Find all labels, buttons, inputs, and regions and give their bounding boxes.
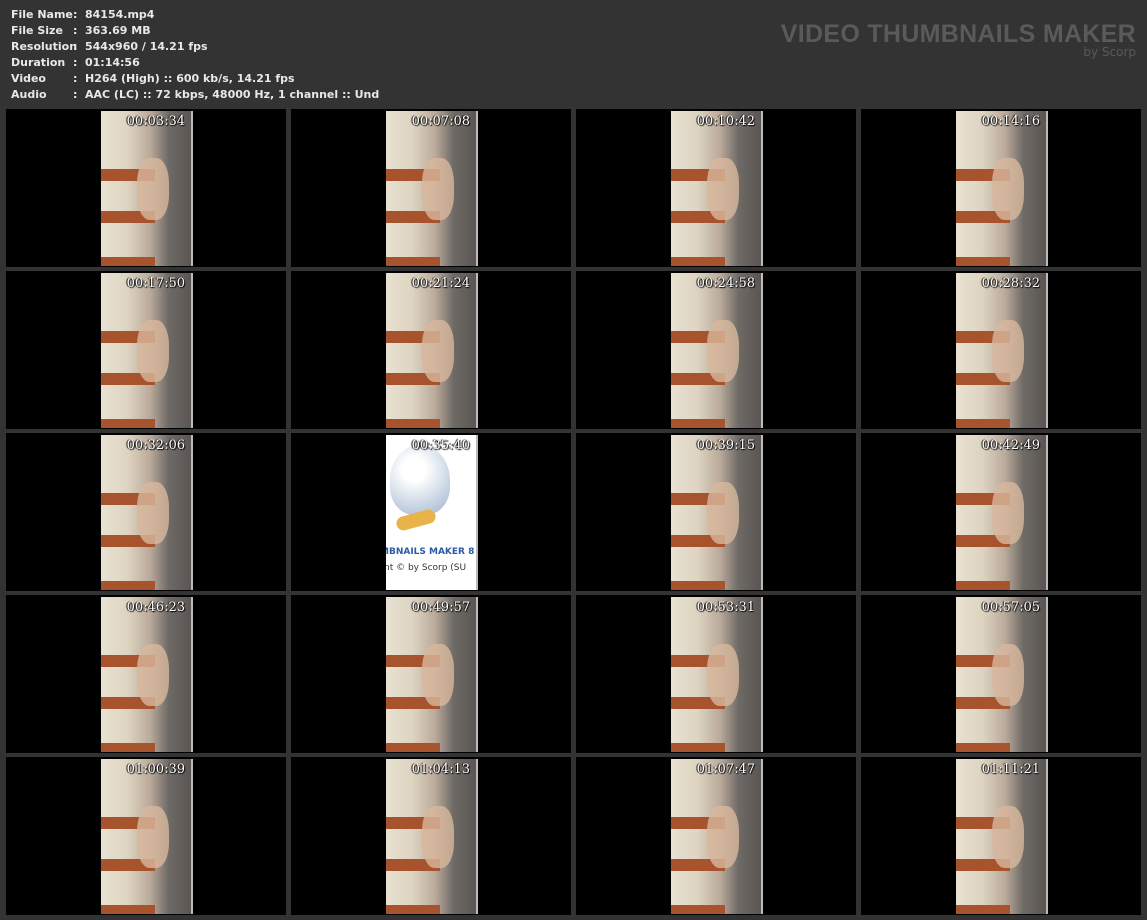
timestamp: 00:32:06 <box>126 438 185 453</box>
thumbnail-cell: 01:11:21 <box>861 757 1141 915</box>
video-frame: 00:07:08 <box>386 111 478 266</box>
thumbnail-cell: 00:21:24 <box>291 271 571 429</box>
video-frame: 00:42:49 <box>956 435 1048 590</box>
thumbnail-cell: 00:42:49 <box>861 433 1141 591</box>
timestamp: 01:07:47 <box>696 762 755 777</box>
thumbnail-cell: 00:10:42 <box>576 109 856 267</box>
video-frame: 00:28:32 <box>956 273 1048 428</box>
owl-logo-icon <box>390 445 450 515</box>
info-row: Audio: AAC (LC) :: 72 kbps, 48000 Hz, 1 c… <box>11 87 379 103</box>
timestamp: 00:53:31 <box>696 600 755 615</box>
thumbnail-cell: 00:39:15 <box>576 433 856 591</box>
info-value: 363.69 MB <box>85 24 151 37</box>
timestamp: 00:28:32 <box>981 276 1040 291</box>
video-frame: 00:39:15 <box>671 435 763 590</box>
video-frame: 00:21:24 <box>386 273 478 428</box>
timestamp: 01:04:13 <box>411 762 470 777</box>
timestamp: 00:10:42 <box>696 114 755 129</box>
video-frame: 01:07:47 <box>671 759 763 914</box>
timestamp: 00:46:23 <box>126 600 185 615</box>
thumbnail-cell: 01:00:39 <box>6 757 286 915</box>
info-value: 01:14:56 <box>85 56 140 69</box>
thumbnail-cell: 00:03:34 <box>6 109 286 267</box>
thumbnail-cell: 01:07:47 <box>576 757 856 915</box>
info-separator: : <box>73 40 78 53</box>
timestamp: 00:07:08 <box>411 114 470 129</box>
thumbnail-cell: 00:57:05 <box>861 595 1141 753</box>
info-key: Resolution <box>11 40 78 53</box>
thumbnail-cell: 00:07:08 <box>291 109 571 267</box>
timestamp: 00:24:58 <box>696 276 755 291</box>
timestamp: 00:14:16 <box>981 114 1040 129</box>
info-key: Audio <box>11 88 47 101</box>
thumbnail-cell: 00:53:31 <box>576 595 856 753</box>
timestamp: 00:42:49 <box>981 438 1040 453</box>
timestamp: 01:11:21 <box>981 762 1040 777</box>
info-row: Video: H264 (High) :: 600 kb/s, 14.21 fps <box>11 71 379 87</box>
info-value: 544x960 / 14.21 fps <box>85 40 208 53</box>
info-value: 84154.mp4 <box>85 8 155 21</box>
brand-title: VIDEO THUMBNAILS MAKER <box>780 20 1136 48</box>
timestamp: 00:49:57 <box>411 600 470 615</box>
info-row: Duration:01:14:56 <box>11 55 379 71</box>
video-frame: 00:03:34 <box>101 111 193 266</box>
timestamp: 00:17:50 <box>126 276 185 291</box>
info-separator: : <box>73 8 78 21</box>
info-separator: : <box>73 24 78 37</box>
info-key: Video <box>11 72 46 85</box>
video-frame: 00:46:23 <box>101 597 193 752</box>
thumbnail-cell: 01:04:13 <box>291 757 571 915</box>
info-row: File Name:84154.mp4 <box>11 7 379 23</box>
thumbnail-cell: 00:46:23 <box>6 595 286 753</box>
thumbnail-cell: 00:32:06 <box>6 433 286 591</box>
video-frame: 00:10:42 <box>671 111 763 266</box>
thumbnail-cell: MBNAILS MAKER 8 nt © by Scorp (SU 00:35:40 <box>291 433 571 591</box>
info-key: File Name <box>11 8 73 21</box>
video-frame: 01:00:39 <box>101 759 193 914</box>
scroll-icon <box>394 508 438 532</box>
logo-copyright: nt © by Scorp (SU <box>386 563 467 573</box>
info-key: Duration <box>11 56 66 69</box>
timestamp: 00:35:40 <box>411 438 470 453</box>
info-value: H264 (High) :: 600 kb/s, 14.21 fps <box>85 72 295 85</box>
video-frame: 00:49:57 <box>386 597 478 752</box>
video-frame: 00:17:50 <box>101 273 193 428</box>
logo-text: MBNAILS MAKER 8 <box>386 547 475 557</box>
timestamp: 01:00:39 <box>126 762 185 777</box>
brand: VIDEO THUMBNAILS MAKER by Scorp <box>781 20 1136 58</box>
timestamp: 00:57:05 <box>981 600 1040 615</box>
info-separator: : <box>73 88 78 101</box>
video-frame: 00:53:31 <box>671 597 763 752</box>
video-frame: 00:32:06 <box>101 435 193 590</box>
info-value: AAC (LC) :: 72 kbps, 48000 Hz, 1 channel… <box>85 88 380 101</box>
video-frame: 01:04:13 <box>386 759 478 914</box>
logo-frame: MBNAILS MAKER 8 nt © by Scorp (SU 00:35:40 <box>386 435 478 590</box>
file-info: File Name:84154.mp4 File Size:363.69 MB Re… <box>11 7 379 103</box>
info-key: File Size <box>11 24 63 37</box>
thumbnail-cell: 00:24:58 <box>576 271 856 429</box>
info-row: File Size:363.69 MB <box>11 23 379 39</box>
timestamp: 00:21:24 <box>411 276 470 291</box>
thumbnail-grid: 00:03:34 00:07:08 00:10:42 00:14:16 00:17:50… <box>6 109 1141 915</box>
thumbnail-cell: 00:49:57 <box>291 595 571 753</box>
thumbnail-cell: 00:28:32 <box>861 271 1141 429</box>
timestamp: 00:03:34 <box>126 114 185 129</box>
video-frame: 01:11:21 <box>956 759 1048 914</box>
video-frame: 00:57:05 <box>956 597 1048 752</box>
info-row: Resolution:544x960 / 14.21 fps <box>11 39 379 55</box>
timestamp: 00:39:15 <box>696 438 755 453</box>
thumbnail-cell: 00:14:16 <box>861 109 1141 267</box>
video-frame: 00:14:16 <box>956 111 1048 266</box>
info-separator: : <box>73 72 78 85</box>
video-frame: 00:24:58 <box>671 273 763 428</box>
info-separator: : <box>73 56 78 69</box>
thumbnail-cell: 00:17:50 <box>6 271 286 429</box>
